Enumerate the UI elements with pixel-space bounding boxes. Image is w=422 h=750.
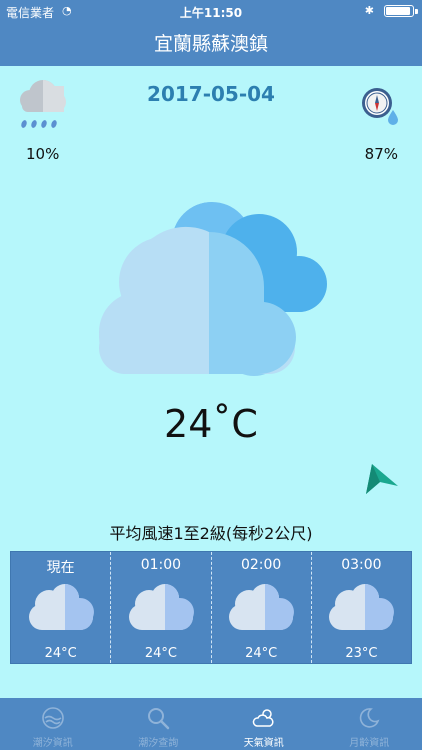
forecast-time: 01:00: [140, 557, 182, 573]
tab-label: 潮汐查詢: [138, 738, 179, 749]
tab-tide-search[interactable]: 潮汐查詢: [106, 698, 212, 750]
wind-direction-icon: [366, 464, 398, 494]
current-temperature: 24˚C: [164, 402, 258, 446]
weather-icon: [252, 709, 274, 727]
tide-icon: [41, 707, 64, 729]
page-title: 宜蘭縣蘇澳鎮: [0, 22, 422, 66]
tab-label: 天氣資訊: [243, 738, 284, 749]
forecast-slot: 02:00 24°C: [210, 552, 311, 663]
forecast-time: 現在: [46, 560, 75, 576]
battery-icon: [384, 5, 418, 17]
cloud-icon: [329, 584, 395, 630]
forecast-temp: 24°C: [44, 646, 77, 661]
status-bar: 電信業者 ◔ 上午11:50 ✱: [0, 0, 422, 22]
forecast-date: 2017-05-04: [147, 82, 275, 106]
humidity-value: 87%: [364, 145, 398, 163]
cloud-icon: [229, 584, 295, 630]
forecast-temp: 23°C: [345, 646, 378, 661]
forecast-slot: 03:00 23°C: [310, 552, 411, 663]
tab-label: 潮汐資訊: [32, 738, 73, 749]
cloud-icon: [28, 584, 94, 630]
tab-weather-info[interactable]: 天氣資訊: [211, 698, 317, 750]
forecast-time: 03:00: [341, 557, 382, 573]
forecast-slot: 01:00 24°C: [110, 552, 210, 663]
search-icon: [148, 708, 170, 730]
tab-bar: 潮汐資訊 潮汐查詢 天氣資訊 月齡資訊: [0, 698, 422, 750]
hourly-forecast: 現在 24°C 01:00 24°C 02:00 24°C 03:00 23°C: [10, 551, 412, 664]
tab-moon-info[interactable]: 月齡資訊: [317, 698, 422, 750]
forecast-slot: 現在 24°C: [11, 552, 110, 663]
status-time: 上午11:50: [179, 6, 243, 20]
moon-icon: [360, 708, 380, 728]
tab-label: 月齡資訊: [349, 738, 390, 749]
bluetooth-icon: ✱: [364, 4, 374, 17]
cloudy-icon: [99, 202, 327, 376]
cloud-icon: [128, 584, 194, 630]
forecast-temp: 24°C: [144, 646, 177, 661]
forecast-time: 02:00: [240, 557, 282, 573]
rain-chance: 10%: [26, 145, 60, 163]
tab-tide-info[interactable]: 潮汐資訊: [0, 698, 106, 750]
humidity-gauge-icon: [362, 88, 398, 125]
forecast-temp: 24°C: [245, 646, 278, 661]
wind-speed: 平均風速1至2級(每秒2公尺): [109, 524, 313, 543]
